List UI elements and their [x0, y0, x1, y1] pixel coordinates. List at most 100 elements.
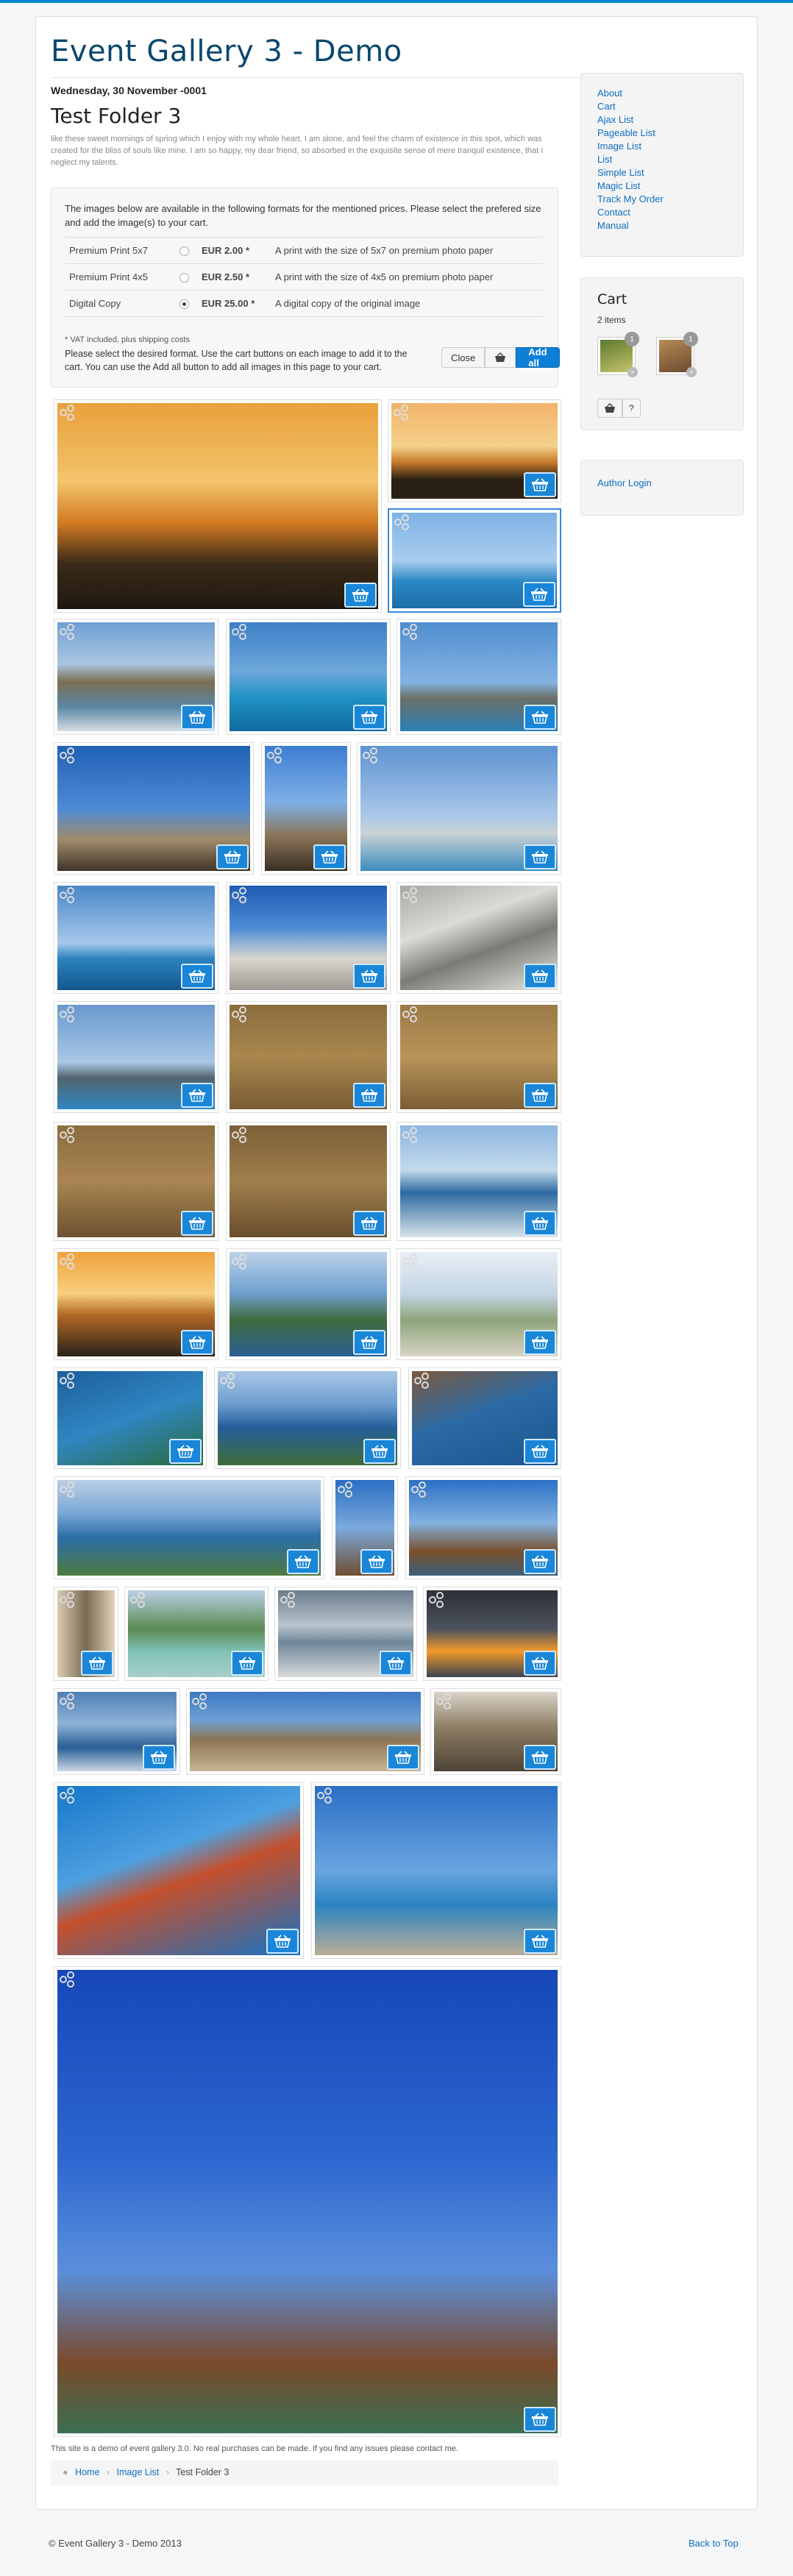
add-to-cart-button[interactable]	[353, 1330, 385, 1355]
menu-item-contact[interactable]: Contact	[597, 206, 727, 219]
add-to-cart-button[interactable]	[353, 964, 385, 989]
share-icon[interactable]	[59, 623, 77, 641]
add-to-cart-button[interactable]	[216, 844, 249, 869]
menu-item-pageable-list[interactable]: Pageable List	[597, 127, 727, 140]
view-cart-button[interactable]	[597, 399, 622, 418]
share-icon[interactable]	[59, 1253, 77, 1270]
add-all-button[interactable]: Add all	[516, 346, 560, 369]
gallery-thumbnail[interactable]	[54, 1476, 324, 1579]
gallery-thumbnail[interactable]	[54, 742, 254, 875]
author-login-link[interactable]: Author Login	[597, 477, 652, 488]
cart-item[interactable]: 1 ×	[597, 332, 639, 377]
add-to-cart-button[interactable]	[169, 1439, 202, 1464]
share-icon[interactable]	[402, 1253, 419, 1270]
gallery-thumbnail[interactable]	[54, 619, 218, 735]
gallery-thumbnail[interactable]	[54, 1688, 180, 1775]
cart-button[interactable]	[485, 347, 516, 368]
share-icon[interactable]	[280, 1591, 297, 1609]
share-icon[interactable]	[59, 1006, 77, 1023]
add-to-cart-button[interactable]	[524, 1651, 556, 1676]
add-to-cart-button[interactable]	[360, 1549, 393, 1574]
share-icon[interactable]	[402, 886, 419, 904]
cart-item[interactable]: 1 ×	[656, 332, 698, 377]
add-to-cart-button[interactable]	[524, 1083, 556, 1108]
add-to-cart-button[interactable]	[524, 964, 556, 989]
menu-item-simple-list[interactable]: Simple List	[597, 166, 727, 179]
menu-item-cart[interactable]: Cart	[597, 100, 727, 113]
share-icon[interactable]	[231, 886, 249, 904]
gallery-thumbnail[interactable]	[332, 1476, 398, 1579]
share-icon[interactable]	[428, 1591, 446, 1609]
site-title[interactable]: Event Gallery 3 - Demo	[51, 35, 402, 68]
gallery-thumbnail[interactable]	[226, 1248, 391, 1360]
add-to-cart-button[interactable]	[266, 1929, 299, 1954]
gallery-thumbnail[interactable]	[396, 1248, 561, 1360]
share-icon[interactable]	[59, 1693, 77, 1710]
gallery-thumbnail[interactable]	[388, 508, 561, 613]
menu-item-about[interactable]: About	[597, 87, 727, 100]
gallery-thumbnail[interactable]	[124, 1587, 269, 1681]
gallery-thumbnail[interactable]	[396, 882, 561, 994]
gallery-thumbnail[interactable]	[408, 1367, 561, 1469]
menu-item-manual[interactable]: Manual	[597, 219, 727, 232]
gallery-thumbnail[interactable]	[226, 1122, 391, 1241]
share-icon[interactable]	[402, 1126, 419, 1144]
add-to-cart-button[interactable]	[524, 1549, 556, 1574]
remove-icon[interactable]: ×	[686, 367, 697, 377]
gallery-thumbnail[interactable]	[396, 1122, 561, 1241]
menu-item-magic-list[interactable]: Magic List	[597, 179, 727, 193]
gallery-thumbnail[interactable]	[396, 619, 561, 735]
share-icon[interactable]	[231, 1126, 249, 1144]
gallery-thumbnail[interactable]	[357, 742, 561, 875]
gallery-thumbnail[interactable]	[54, 1001, 218, 1113]
add-to-cart-button[interactable]	[287, 1549, 319, 1574]
gallery-thumbnail[interactable]	[186, 1688, 424, 1775]
add-to-cart-button[interactable]	[524, 2407, 556, 2432]
add-to-cart-button[interactable]	[143, 1745, 175, 1770]
share-icon[interactable]	[59, 747, 77, 764]
breadcrumb-image-list[interactable]: Image List	[117, 2467, 160, 2477]
back-to-top-link[interactable]: Back to Top	[689, 2538, 739, 2549]
share-icon[interactable]	[435, 1693, 453, 1710]
gallery-thumbnail[interactable]	[405, 1476, 561, 1579]
add-to-cart-button[interactable]	[181, 1083, 213, 1108]
share-icon[interactable]	[59, 1971, 77, 1988]
share-icon[interactable]	[59, 404, 77, 421]
share-icon[interactable]	[59, 1591, 77, 1609]
add-to-cart-button[interactable]	[524, 1439, 556, 1464]
share-icon[interactable]	[394, 513, 411, 531]
share-icon[interactable]	[393, 404, 410, 421]
gallery-thumbnail[interactable]	[396, 1001, 561, 1113]
add-to-cart-button[interactable]	[353, 1211, 385, 1236]
add-to-cart-button[interactable]	[363, 1439, 396, 1464]
gallery-thumbnail[interactable]	[226, 619, 391, 735]
gallery-thumbnail[interactable]	[54, 1966, 561, 2437]
share-icon[interactable]	[59, 1126, 77, 1144]
share-icon[interactable]	[59, 1787, 77, 1804]
share-icon[interactable]	[316, 1787, 334, 1804]
gallery-thumbnail[interactable]	[54, 1367, 207, 1469]
add-to-cart-button[interactable]	[387, 1745, 419, 1770]
gallery-thumbnail[interactable]	[261, 742, 351, 875]
share-icon[interactable]	[59, 1372, 77, 1390]
share-icon[interactable]	[362, 747, 380, 764]
add-to-cart-button[interactable]	[181, 705, 213, 730]
add-to-cart-button[interactable]	[231, 1651, 263, 1676]
menu-item-ajax-list[interactable]: Ajax List	[597, 113, 727, 127]
gallery-thumbnail[interactable]	[388, 399, 561, 502]
add-to-cart-button[interactable]	[524, 472, 556, 497]
share-icon[interactable]	[59, 886, 77, 904]
close-button[interactable]: Close	[441, 347, 486, 368]
price-row[interactable]: Premium Print 4x5 EUR 2.50 * A print wit…	[65, 263, 543, 291]
share-icon[interactable]	[402, 623, 419, 641]
add-to-cart-button[interactable]	[181, 1330, 213, 1355]
add-to-cart-button[interactable]	[524, 844, 556, 869]
gallery-thumbnail[interactable]	[430, 1688, 561, 1775]
menu-item-image-list[interactable]: Image List	[597, 140, 727, 153]
menu-item-track-my-order[interactable]: Track My Order	[597, 193, 727, 206]
share-icon[interactable]	[402, 1006, 419, 1023]
add-to-cart-button[interactable]	[353, 705, 385, 730]
format-radio[interactable]	[179, 273, 189, 283]
cart-help-button[interactable]: ?	[622, 399, 641, 418]
gallery-thumbnail[interactable]	[214, 1367, 401, 1469]
